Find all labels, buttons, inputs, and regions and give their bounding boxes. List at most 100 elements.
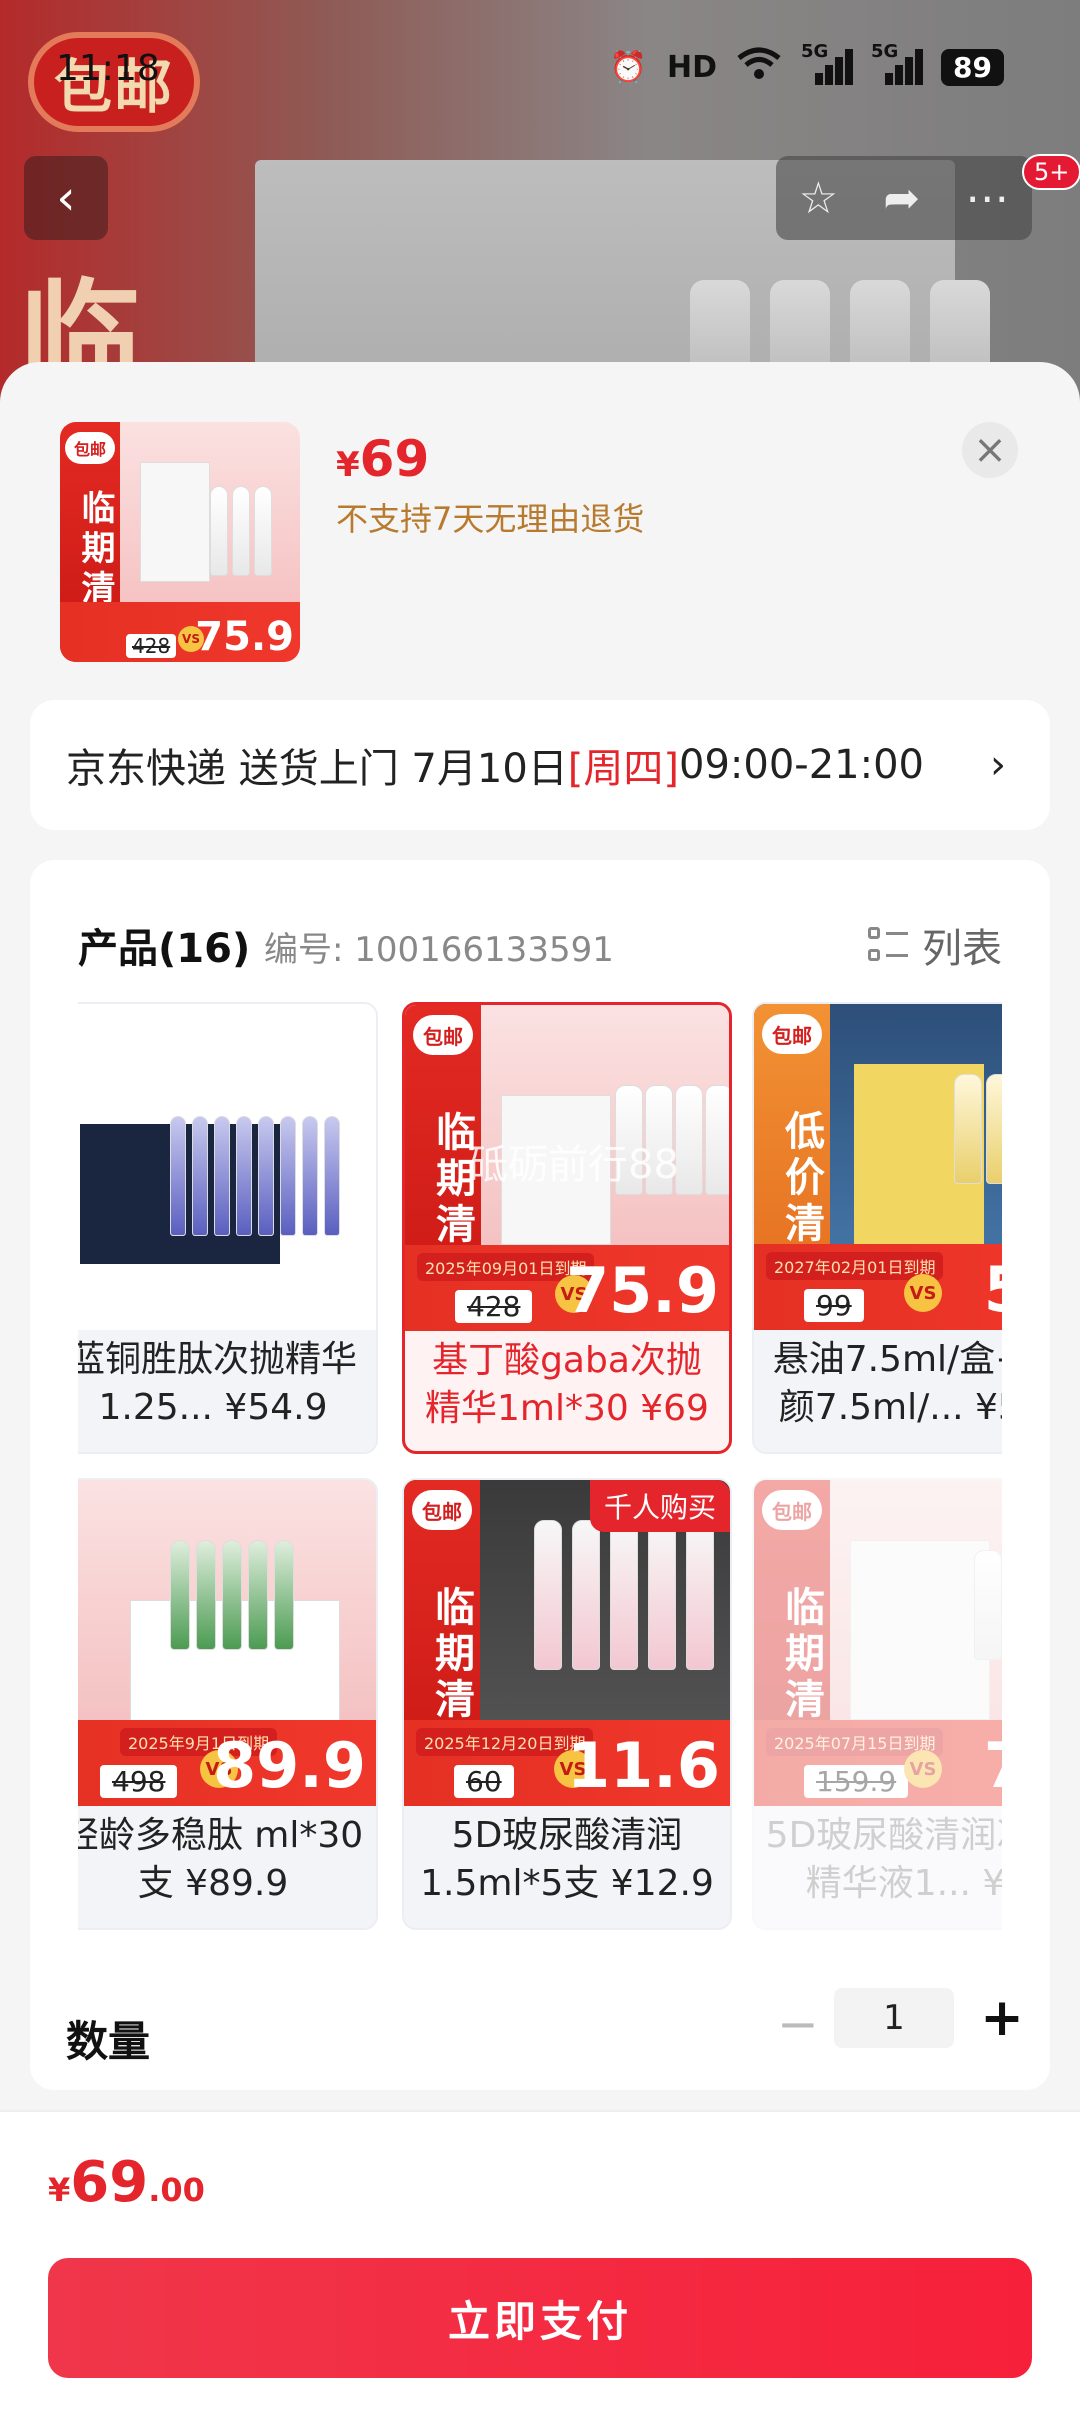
promo-price: 59 xyxy=(984,1253,1002,1326)
wifi-icon xyxy=(737,46,781,88)
total-decimal: .00 xyxy=(148,2171,205,2209)
quantity-input[interactable]: 1 xyxy=(834,1988,954,2048)
promo-price: 75.9 xyxy=(195,614,294,660)
selected-price: ¥69 xyxy=(336,430,429,488)
product-tile-disabled[interactable]: 临期清仓 包邮 2025年07月15日到期 159.9 VS 79 无 5D玻尿… xyxy=(752,1478,1002,1930)
hd-icon: HD xyxy=(667,49,718,85)
product-sku: 编号: 100166133591 xyxy=(264,930,614,970)
original-price: 159.9 xyxy=(804,1765,909,1798)
share-icon[interactable]: ➦ xyxy=(883,173,920,224)
plus-icon: + xyxy=(980,1988,1024,2048)
free-shipping-logo: 包邮 xyxy=(762,1490,822,1530)
vial-image xyxy=(254,486,272,576)
vial-image xyxy=(274,1540,294,1650)
purchase-sheet: 临期清仓 包邮 428 VS 75.9 ¥69 不支持7天无理由退货 × 京东快… xyxy=(0,362,1080,2412)
status-icons: ⏰ HD 5G 5G 89 xyxy=(609,41,1004,88)
vial-image xyxy=(210,486,228,576)
total-price: ¥69.00 xyxy=(48,2150,205,2215)
no-return-notice: 不支持7天无理由退货 xyxy=(336,500,645,538)
alarm-icon: ⏰ xyxy=(609,49,648,85)
vial-image xyxy=(974,1550,1002,1660)
product-image: 低价清仓 包邮 2027年02月01日到期 99 VS 59 xyxy=(754,1004,1002,1330)
price-value: 69 xyxy=(359,430,430,488)
vial-image xyxy=(192,1116,208,1236)
pay-now-button[interactable]: 立即支付 xyxy=(48,2258,1032,2378)
original-price: 60 xyxy=(454,1765,514,1798)
total-integer: 69 xyxy=(70,2150,149,2215)
vial-image xyxy=(170,1116,186,1236)
product-box-image xyxy=(501,1095,611,1245)
product-box-image xyxy=(140,462,210,582)
vial-image xyxy=(648,1520,676,1670)
free-shipping-logo: 包邮 xyxy=(413,1015,473,1055)
original-price: 99 xyxy=(804,1289,864,1322)
close-button[interactable]: × xyxy=(962,422,1018,478)
vs-badge: VS xyxy=(904,1274,942,1312)
signal-icon: 5G xyxy=(801,41,854,85)
list-view-toggle[interactable]: 列表 xyxy=(868,916,1002,974)
price-strip: 2025年12月20日到期 60 VS 11.6 xyxy=(404,1720,730,1806)
back-button[interactable]: ‹ xyxy=(24,156,108,240)
promo-price: 79 xyxy=(984,1729,1002,1802)
price-strip: 2027年02月01日到期 99 VS 59 xyxy=(754,1244,1002,1330)
vial-image xyxy=(236,1116,252,1236)
quantity-increase-button[interactable]: + xyxy=(972,1988,1032,2048)
product-grid[interactable]: 蓝铜胜肽次抛精华 1.25... ¥54.9 临期清仓 包邮 2025年09月0… xyxy=(78,1002,1002,1932)
product-name: 蓝铜胜肽次抛精华 1.25... ¥54.9 xyxy=(78,1339,357,1428)
vial-image xyxy=(214,1116,230,1236)
price-strip: 2025年09月01日到期 428 VS 75.9 xyxy=(405,1245,729,1331)
close-icon: × xyxy=(973,427,1007,473)
product-name: 轻龄多稳肽 ml*30支 ¥89.9 xyxy=(78,1815,364,1904)
product-name: 基丁酸gaba次抛精华1ml*30 ¥69 xyxy=(425,1340,709,1429)
free-shipping-logo: 包邮 xyxy=(65,432,115,464)
vial-image xyxy=(302,1116,318,1236)
original-price: 428 xyxy=(455,1290,533,1323)
quantity-decrease-button[interactable]: − xyxy=(768,1994,828,2054)
product-box-image xyxy=(850,1540,990,1720)
minus-icon: − xyxy=(777,1995,819,2053)
popular-badge: 千人购买 xyxy=(589,1480,730,1532)
vial-image xyxy=(645,1085,673,1195)
chevron-right-icon: › xyxy=(990,742,1006,788)
vial-image xyxy=(222,1540,242,1650)
product-name: 悬油7.5ml/盒+烟颜7.5ml/... ¥53. xyxy=(772,1339,1002,1428)
vial-image xyxy=(610,1520,638,1670)
nav-actions: ☆ ➦ ⋯ xyxy=(776,156,1032,240)
product-tile[interactable]: 临期清仓 包邮 2025年12月20日到期 60 VS 11.6 千人购买 5D xyxy=(402,1478,732,1930)
vial-image xyxy=(954,1074,982,1184)
promo-price: 11.6 xyxy=(567,1729,720,1802)
delivery-weekday: [周四] xyxy=(567,746,679,792)
currency-symbol: ¥ xyxy=(336,445,360,485)
status-bar: 11:18 ⏰ HD 5G 5G 89 xyxy=(0,0,1080,140)
free-shipping-logo: 包邮 xyxy=(412,1490,472,1530)
delivery-time: 09:00-21:00 xyxy=(679,742,924,788)
vial-image xyxy=(170,1540,190,1650)
product-tile-selected[interactable]: 临期清仓 包邮 2025年09月01日到期 428 VS 75.9 基丁酸gab… xyxy=(402,1002,732,1454)
price-strip: 2025年9月1日到期 498 VS 89.9 xyxy=(78,1720,376,1806)
checkout-footer: ¥69.00 立即支付 xyxy=(0,2110,1080,2412)
vial-image xyxy=(232,486,250,576)
product-name: 5D玻尿酸清润次抛精华液1... ¥6 xyxy=(765,1815,1002,1904)
free-shipping-logo: 包邮 xyxy=(762,1014,822,1054)
product-name: 5D玻尿酸清润1.5ml*5支 ¥12.9 xyxy=(420,1815,714,1904)
product-tile[interactable]: 蓝铜胜肽次抛精华 1.25... ¥54.9 xyxy=(78,1002,378,1454)
star-icon[interactable]: ☆ xyxy=(799,173,838,224)
currency-symbol: ¥ xyxy=(48,2171,71,2209)
vial-image xyxy=(986,1074,1002,1184)
product-image: 临期清仓 包邮 2025年09月01日到期 428 VS 75.9 xyxy=(405,1005,729,1331)
promo-price: 75.9 xyxy=(566,1254,719,1327)
vial-image xyxy=(280,1116,296,1236)
vial-image xyxy=(572,1520,600,1670)
list-icon xyxy=(868,925,908,965)
vial-image xyxy=(248,1540,268,1650)
product-tile[interactable]: 2025年9月1日到期 498 VS 89.9 轻龄多稳肽 ml*30支 ¥89… xyxy=(78,1478,378,1930)
delivery-text: 京东快递 送货上门 7月10日 xyxy=(66,746,568,792)
message-count-badge: 5+ xyxy=(1022,154,1080,190)
more-icon[interactable]: ⋯ xyxy=(965,173,1009,224)
vial-image xyxy=(675,1085,703,1195)
product-image: 临期清仓 包邮 2025年07月15日到期 159.9 VS 79 xyxy=(754,1480,1002,1806)
signal-icon: 5G xyxy=(871,41,924,85)
delivery-option[interactable]: 京东快递 送货上门 7月10日 [周四] 09:00-21:00 › xyxy=(30,700,1050,830)
vial-image xyxy=(258,1116,274,1236)
product-tile[interactable]: 低价清仓 包邮 2027年02月01日到期 99 VS 59 悬油7.5ml/盒… xyxy=(752,1002,1002,1454)
